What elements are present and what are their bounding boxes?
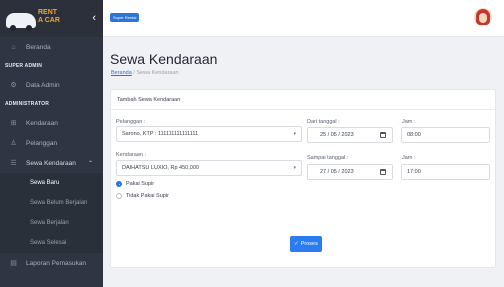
radio-pakai-supir[interactable]: Pakai Supir (116, 181, 154, 187)
radio-tidak-pakai-supir[interactable]: Tidak Pakai Supir (116, 193, 169, 199)
pelanggan-value: Sarono, KTP : 111111111111111 (122, 131, 199, 137)
sidebar-subitem-sewa-belum-berjalan[interactable]: Sewa Belum Berjalan (0, 193, 103, 213)
sidebar-item-label: Pelanggan (26, 139, 58, 147)
sidebar-item-label: Kendaraan (26, 119, 58, 127)
logo-text: RENT A CAR (38, 9, 60, 25)
jam-mulai-input[interactable]: 08:00 (401, 127, 490, 143)
car-nav-icon: ⊞ (10, 120, 17, 127)
jam-label: Jam : (402, 155, 416, 161)
wheel-icon (26, 24, 32, 31)
logo-line-1: RENT (38, 8, 58, 16)
avatar-face (479, 13, 487, 23)
sidebar-subitem-sewa-baru[interactable]: Sewa Baru (0, 173, 103, 193)
sidebar-item-beranda[interactable]: ⌂ Beranda (0, 37, 103, 57)
jam-mulai-value: 08:00 (407, 132, 421, 138)
dari-tanggal-label: Dari tanggal : (307, 119, 340, 125)
jam-selesai-input[interactable]: 17:00 (401, 164, 490, 180)
breadcrumb-current: Sewa Kendaraan (136, 70, 179, 76)
radio-tidak-pakai-supir-label: Tidak Pakai Supir (126, 193, 169, 199)
report-icon: ▤ (10, 260, 17, 267)
sidebar-item-label: Beranda (26, 43, 51, 51)
chevron-down-icon: ▾ (293, 165, 296, 171)
kendaraan-select[interactable]: DAIHATSU LUXIO, Rp 450,000 ▾ (116, 160, 302, 176)
sidebar-subitem-sewa-selesai[interactable]: Sewa Selesai (0, 233, 103, 253)
sidebar-item-label: Data Admin (26, 81, 60, 89)
chevron-up-icon: ⌃ (87, 160, 93, 167)
radio-unchecked-icon (116, 193, 122, 199)
role-badge: Super Rental (110, 13, 140, 22)
collapse-sidebar-icon[interactable]: ‹ (92, 12, 96, 24)
sidebar: RENT A CAR ‹ ⌂ Beranda SUPER ADMIN ⚙ Dat… (0, 0, 103, 287)
radio-pakai-supir-label: Pakai Supir (126, 181, 155, 187)
wheel-icon (10, 24, 16, 31)
jam-selesai-value: 17:00 (407, 169, 421, 175)
top-bar: Super Rental (103, 0, 504, 37)
dari-tanggal-value: 25 / 05 / 2023 (320, 132, 354, 138)
jam-label: Jam : (402, 119, 416, 125)
kendaraan-value: DAIHATSU LUXIO, Rp 450,000 (122, 165, 199, 171)
sidebar-item-label: Laporan Pemasukan (26, 259, 86, 267)
pelanggan-label: Pelanggan : (116, 119, 146, 125)
list-icon: ☰ (10, 160, 17, 167)
card-title: Tambah Sewa Kendaraan (111, 90, 495, 110)
sidebar-item-label: Sewa Kendaraan (26, 159, 76, 167)
sidebar-item-pelanggan[interactable]: ♙ Pelanggan (0, 133, 103, 153)
pelanggan-select[interactable]: Sarono, KTP : 111111111111111 ▾ (116, 126, 302, 142)
app-logo[interactable]: RENT A CAR (6, 7, 68, 31)
sewa-submenu: Sewa Baru Sewa Belum Berjalan Sewa Berja… (0, 173, 103, 253)
sidebar-item-data-admin[interactable]: ⚙ Data Admin (0, 75, 103, 95)
calendar-icon[interactable] (380, 169, 386, 175)
breadcrumb-home-link[interactable]: Beranda (111, 70, 132, 76)
sampai-tanggal-value: 27 / 05 / 2023 (320, 169, 354, 175)
dari-tanggal-input[interactable]: 25 / 05 / 2023 (307, 127, 393, 143)
logo-line-2: A CAR (38, 16, 60, 24)
sidebar-item-sewa-kendaraan[interactable]: ☰ Sewa Kendaraan ⌃ (0, 153, 103, 173)
gear-icon: ⚙ (10, 82, 17, 89)
kendaraan-label: Kendaraan : (116, 152, 146, 158)
sidebar-nav: ⌂ Beranda SUPER ADMIN ⚙ Data Admin ADMIN… (0, 37, 103, 273)
calendar-icon[interactable] (380, 132, 386, 138)
sidebar-item-laporan[interactable]: ▤ Laporan Pemasukan (0, 253, 103, 273)
sidebar-item-kendaraan[interactable]: ⊞ Kendaraan (0, 113, 103, 133)
check-icon: ✓ (294, 241, 299, 247)
sampai-tanggal-label: Sampai tanggal : (307, 155, 349, 161)
radio-checked-icon (116, 181, 122, 187)
user-avatar[interactable] (474, 8, 492, 26)
section-super-admin: SUPER ADMIN (5, 63, 43, 69)
sampai-tanggal-input[interactable]: 27 / 05 / 2023 (307, 164, 393, 180)
chevron-down-icon: ▾ (293, 131, 296, 137)
section-administrator: ADMINISTRATOR (5, 101, 50, 107)
home-icon: ⌂ (11, 43, 16, 51)
proses-button-label: Proses (300, 241, 318, 247)
page-title: Sewa Kendaraan (110, 51, 218, 67)
brand-bar: RENT A CAR ‹ (0, 0, 103, 37)
user-icon: ♙ (10, 140, 17, 147)
sidebar-subitem-sewa-berjalan[interactable]: Sewa Berjalan (0, 213, 103, 233)
proses-button[interactable]: ✓ Proses (290, 236, 322, 252)
breadcrumb: Beranda / Sewa Kendaraan (111, 70, 179, 76)
